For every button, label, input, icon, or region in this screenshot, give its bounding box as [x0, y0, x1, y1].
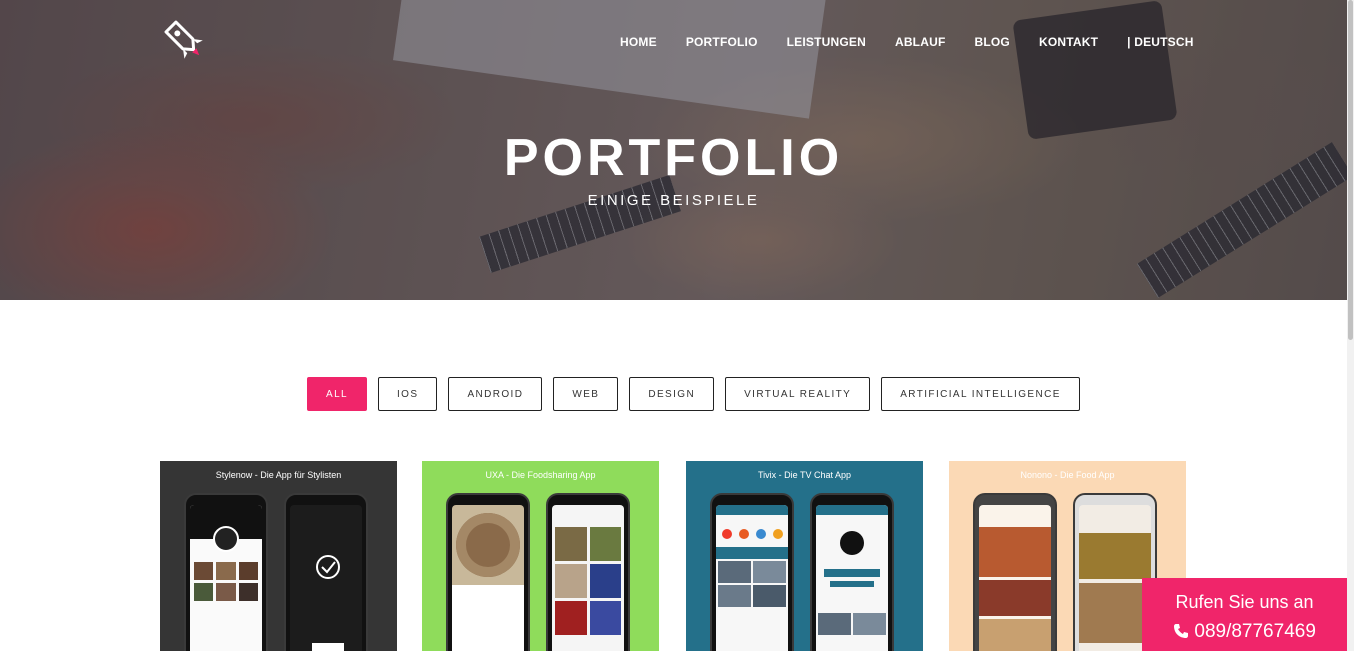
page-title: PORTFOLIO [503, 129, 844, 187]
phone-screen [552, 505, 624, 651]
filter-ios-button[interactable]: IOS [378, 377, 438, 411]
filter-design-button[interactable]: DESIGN [629, 377, 715, 411]
phone-screen [452, 505, 524, 651]
nav-item-kontakt[interactable]: KONTAKT [1039, 35, 1098, 49]
nav-item-leistungen[interactable]: LEISTUNGEN [787, 35, 866, 49]
phone-mockup [810, 493, 894, 651]
phone-mockup [284, 493, 368, 651]
call-us-box[interactable]: Rufen Sie uns an 089/87767469 [1142, 578, 1347, 651]
phone-mockup [184, 493, 268, 651]
phone-screen [979, 505, 1051, 651]
phone-screen [190, 505, 262, 651]
main-nav: HOME PORTFOLIO LEISTUNGEN ABLAUF BLOG KO… [620, 35, 1194, 49]
phone-mockup [710, 493, 794, 651]
filter-virtual-reality-button[interactable]: VIRTUAL REALITY [725, 377, 871, 411]
filter-all-button[interactable]: ALL [307, 377, 367, 411]
nav-item-home[interactable]: HOME [620, 35, 657, 49]
phone-mockup [973, 493, 1057, 651]
phone-mockup [546, 493, 630, 651]
phone-icon [1174, 624, 1189, 638]
phone-mockup [446, 493, 530, 651]
filter-artificial-intelligence-button[interactable]: ARTIFICIAL INTELLIGENCE [881, 377, 1080, 411]
portfolio-item-tivix[interactable]: Tivix - Die TV Chat App [686, 461, 923, 651]
nav-item-blog[interactable]: BLOG [974, 35, 1009, 49]
nav-item-ablauf[interactable]: ABLAUF [895, 35, 946, 49]
portfolio-item-stylenow[interactable]: Stylenow - Die App für Stylisten [160, 461, 397, 651]
portfolio-item-caption: UXA - Die Foodsharing App [485, 470, 596, 480]
portfolio-item-caption: Nonono - Die Food App [1020, 470, 1115, 480]
page-scrollbar[interactable] [1347, 0, 1354, 651]
call-us-phone-row[interactable]: 089/87767469 [1142, 621, 1347, 643]
phone-screen [1079, 505, 1151, 651]
language-switch[interactable]: | DEUTSCH [1127, 35, 1194, 49]
scrollbar-thumb[interactable] [1348, 0, 1353, 340]
hero-banner: HOME PORTFOLIO LEISTUNGEN ABLAUF BLOG KO… [0, 0, 1347, 300]
rocket-logo-link[interactable] [158, 16, 208, 62]
page-subtitle: EINIGE BEISPIELE [587, 192, 760, 209]
portfolio-item-uxa[interactable]: UXA - Die Foodsharing App [422, 461, 659, 651]
checkmark-icon [312, 555, 344, 651]
filter-web-button[interactable]: WEB [553, 377, 619, 411]
filter-android-button[interactable]: ANDROID [448, 377, 543, 411]
rocket-icon [164, 20, 203, 59]
call-us-phone-number: 089/87767469 [1194, 621, 1316, 642]
portfolio-item-caption: Tivix - Die TV Chat App [757, 470, 852, 480]
phone-screen [716, 505, 788, 651]
call-us-label: Rufen Sie uns an [1175, 592, 1314, 612]
phone-screen [816, 505, 888, 651]
portfolio-item-caption: Stylenow - Die App für Stylisten [215, 470, 342, 480]
nav-item-portfolio[interactable]: PORTFOLIO [686, 35, 758, 49]
portfolio-filter-bar: ALL IOS ANDROID WEB DESIGN VIRTUAL REALI… [307, 377, 1080, 411]
phone-screen [290, 505, 362, 651]
